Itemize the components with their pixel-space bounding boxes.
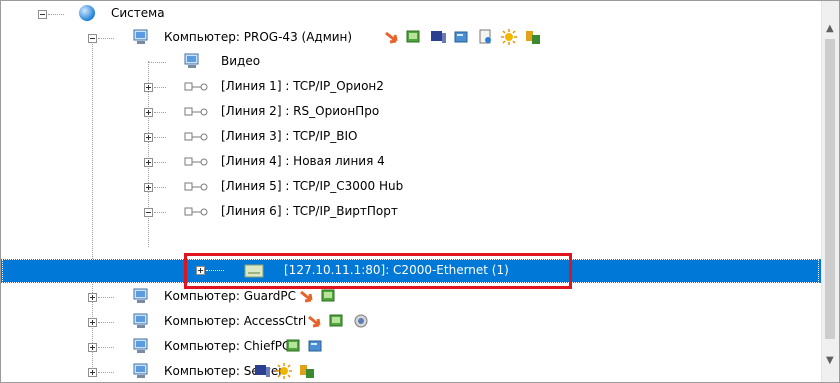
port-line-icon [184,107,208,116]
port-line-icon [184,157,208,166]
expand-toggle[interactable] [144,83,153,92]
db-icon [300,365,314,378]
tree-node-computer-accessctrl[interactable]: Компьютер: AccessCtrl [1,309,821,335]
status-icons [286,339,322,352]
tree-node-line-3[interactable]: [Линия 3] : TCP/IP_BIO [1,124,821,150]
arrow-icon [308,315,321,328]
tree-node-computer-prog43[interactable]: Компьютер: PROG-43 (Админ) [1,25,821,51]
tree-node-computer-guardpc[interactable]: Компьютер: GuardPC [1,284,821,310]
db-icon [526,31,540,44]
scroll-up-icon[interactable]: ▲ [826,23,834,34]
expand-toggle[interactable] [144,108,153,117]
tree-node-label: [Линия 3] : TCP/IP_BIO [221,129,358,143]
vertical-scrollbar[interactable]: ▲ ▼ [821,1,839,382]
status-icons [255,363,314,379]
tree-node-line-1[interactable]: [Линия 1] : TCP/IP_Орион2 [1,74,821,100]
expand-toggle[interactable] [88,343,97,352]
tree-node-label: [Линия 2] : RS_ОрионПро [221,104,380,118]
sun-icon [276,363,292,379]
workstation-icon [431,31,446,43]
tree-node-label: Компьютер: AccessCtrl [164,314,307,328]
tree-node-computer-server[interactable]: Компьютер: Server [1,359,821,382]
tree-node-computer-chiefpc[interactable]: Компьютер: ChiefPC [1,334,821,360]
collapse-toggle[interactable] [144,208,153,217]
port-line-icon [184,182,208,191]
document-icon [479,29,491,44]
ethernet-device-icon [244,264,264,278]
expand-toggle[interactable] [88,293,97,302]
tree-node-label: Видео [221,54,261,68]
collapse-toggle[interactable] [38,10,47,19]
tree-node-label: [Линия 4] : Новая линия 4 [221,154,385,168]
tree-node-label: [Линия 1] : TCP/IP_Орион2 [221,79,384,93]
tree-node-line-5[interactable]: [Линия 5] : TCP/IP_C3000 Hub [1,174,821,200]
arrow-icon [385,31,398,44]
arrow-icon [300,290,313,303]
tree-node-label: [Линия 5] : TCP/IP_C3000 Hub [221,179,404,193]
expand-toggle[interactable] [144,158,153,167]
camera-icon [354,314,368,328]
tree-node-video[interactable]: Видео [1,49,821,75]
status-icons [300,289,335,303]
scroll-thumb[interactable] [825,39,835,339]
status-icons [308,314,368,328]
port-line-icon [184,82,208,91]
tree-node-label: Система [111,6,165,20]
computer-icon [133,313,148,328]
card-icon [308,340,322,352]
sun-icon [501,29,517,45]
tree-node-label: Компьютер: PROG-43 (Админ) [164,30,353,44]
tree-node-label: Компьютер: ChiefPC [164,339,291,353]
tree-node-line-6[interactable]: [Линия 6] : TCP/IP_ВиртПорт [1,199,821,225]
port-line-icon [184,207,208,216]
monitor-icon [329,314,343,327]
status-icons [385,29,540,45]
monitor-icon [286,339,300,352]
monitor-icon [406,30,420,43]
expand-toggle[interactable] [88,368,97,377]
computer-icon [133,363,148,378]
workstation-icon [255,365,270,377]
expand-toggle[interactable] [88,318,97,327]
port-line-icon [184,132,208,141]
tree-node-c2000-ethernet[interactable]: [127.10.11.1:80]: C2000-Ethernet (1) [1,259,821,283]
tree-node-system[interactable]: Система [1,1,821,27]
tree-node-label: [127.10.11.1:80]: C2000-Ethernet (1) [284,263,509,277]
computer-icon [133,29,148,44]
tree-node-line-4[interactable]: [Линия 4] : Новая линия 4 [1,149,821,175]
expand-toggle[interactable] [196,266,205,275]
globe-icon [79,5,95,21]
collapse-toggle[interactable] [88,34,97,43]
scroll-down-icon[interactable]: ▼ [826,355,834,366]
tree-node-label: Компьютер: GuardPC [164,289,296,303]
tree-node-label: [Линия 6] : TCP/IP_ВиртПорт [221,204,398,218]
computer-icon [133,288,148,303]
monitor-icon [321,289,335,302]
expand-toggle[interactable] [144,183,153,192]
computer-icon [184,53,199,68]
device-tree: Система Компьютер: PROG-43 (Админ) Видео… [1,1,821,382]
tree-view-panel: Система Компьютер: PROG-43 (Админ) Видео… [0,0,840,383]
computer-icon [133,338,148,353]
card-icon [454,31,468,43]
tree-node-line-2[interactable]: [Линия 2] : RS_ОрионПро [1,99,821,125]
expand-toggle[interactable] [144,133,153,142]
